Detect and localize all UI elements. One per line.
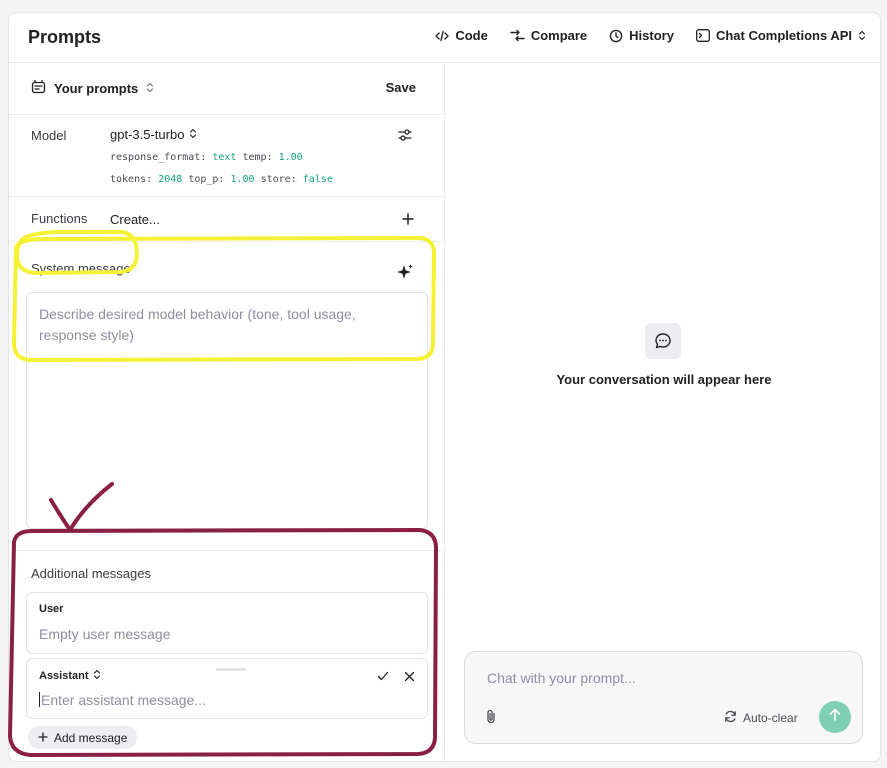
functions-label: Functions	[31, 211, 88, 226]
save-button[interactable]: Save	[386, 80, 416, 95]
paperclip-icon[interactable]	[485, 709, 497, 729]
system-message-input[interactable]: Describe desired model behavior (tone, t…	[26, 292, 428, 529]
chevron-updown-icon	[146, 81, 154, 96]
code-icon	[435, 30, 450, 42]
plus-icon[interactable]	[402, 212, 414, 230]
prompt-editor-panel: Your prompts Save Model gpt-3.5-turbo re…	[9, 64, 445, 761]
auto-clear-toggle[interactable]: Auto-clear	[724, 710, 798, 726]
create-function-button[interactable]: Create...	[110, 212, 160, 227]
assistant-message-input[interactable]: Enter assistant message...	[39, 692, 206, 708]
model-params-line-1: response_format: text temp: 1.00	[110, 152, 303, 163]
assistant-placeholder: Enter assistant message...	[41, 692, 206, 708]
param-value: 1.00	[278, 152, 303, 163]
history-button[interactable]: History	[609, 28, 674, 43]
model-params-line-2: tokens: 2048 top_p: 1.00 store: false	[110, 174, 333, 185]
model-row: Model gpt-3.5-turbo response_format: tex…	[9, 116, 444, 197]
top-bar: Prompts Code Compare History Chat Comple…	[9, 13, 880, 63]
code-label: Code	[455, 28, 488, 43]
compare-button[interactable]: Compare	[510, 28, 587, 43]
functions-row: Functions Create...	[9, 198, 444, 242]
compare-label: Compare	[530, 28, 588, 43]
api-label: Chat Completions API	[715, 28, 852, 43]
chevron-updown-icon	[189, 127, 197, 142]
additional-messages-title: Additional messages	[31, 566, 151, 581]
param-value: 1.00	[230, 174, 255, 185]
send-button[interactable]	[819, 701, 851, 733]
user-role-label: User	[39, 603, 63, 615]
param-key: store:	[260, 174, 297, 185]
arrow-up-icon	[829, 708, 841, 726]
prompts-window: Prompts Code Compare History Chat Comple…	[8, 12, 881, 762]
assistant-message-card: Assistant Enter assistant message...	[26, 658, 428, 719]
auto-clear-label: Auto-clear	[743, 711, 798, 725]
drag-handle[interactable]	[216, 668, 246, 671]
param-value: false	[302, 174, 333, 185]
plus-icon	[38, 731, 48, 745]
text-caret	[39, 692, 40, 707]
param-value: 2048	[158, 174, 183, 185]
history-icon	[609, 29, 623, 43]
role-text: Assistant	[39, 670, 89, 682]
add-message-button[interactable]: Add message	[28, 726, 138, 749]
close-icon[interactable]	[404, 669, 415, 687]
check-icon[interactable]	[377, 669, 389, 687]
chat-composer: Chat with your prompt... Auto-clear	[464, 651, 863, 744]
refresh-icon	[724, 710, 737, 726]
chevron-updown-icon	[858, 30, 866, 41]
add-message-label: Add message	[54, 730, 128, 745]
chat-bubble-icon	[645, 323, 681, 359]
model-select[interactable]: gpt-3.5-turbo	[110, 127, 197, 142]
chevron-updown-icon	[93, 669, 101, 683]
history-label: History	[629, 28, 674, 43]
top-actions: Code Compare History Chat Completions AP…	[435, 28, 866, 43]
role-text: User	[39, 603, 64, 615]
chat-input[interactable]: Chat with your prompt...	[487, 670, 636, 686]
user-message-input[interactable]: Empty user message	[39, 626, 171, 642]
api-select[interactable]: Chat Completions API	[696, 28, 866, 43]
param-value: text	[212, 152, 237, 163]
chat-panel: Your conversation will appear here Chat …	[446, 64, 880, 761]
prompts-row: Your prompts Save	[9, 64, 444, 115]
param-key: temp:	[242, 152, 273, 163]
sliders-icon[interactable]	[398, 128, 412, 147]
prompt-library-icon	[31, 79, 46, 97]
model-label: Model	[31, 128, 67, 143]
sparkle-icon[interactable]	[396, 263, 414, 286]
system-message-label: System message	[31, 261, 131, 276]
terminal-icon	[696, 29, 710, 42]
your-prompts-label: Your prompts	[54, 80, 139, 96]
param-key: top_p:	[188, 174, 225, 185]
user-message-card: User Empty user message	[26, 592, 428, 654]
code-button[interactable]: Code	[435, 28, 488, 43]
compare-icon	[510, 29, 525, 42]
page-title: Prompts	[28, 27, 102, 47]
param-key: tokens:	[110, 174, 153, 185]
assistant-role-select[interactable]: Assistant	[39, 669, 101, 683]
model-value: gpt-3.5-turbo	[110, 127, 185, 142]
additional-messages-section: Additional messages User Empty user mess…	[9, 550, 444, 761]
empty-conversation-text: Your conversation will appear here	[556, 372, 772, 387]
your-prompts-select[interactable]: Your prompts	[31, 79, 154, 97]
param-key: response_format:	[110, 152, 207, 163]
